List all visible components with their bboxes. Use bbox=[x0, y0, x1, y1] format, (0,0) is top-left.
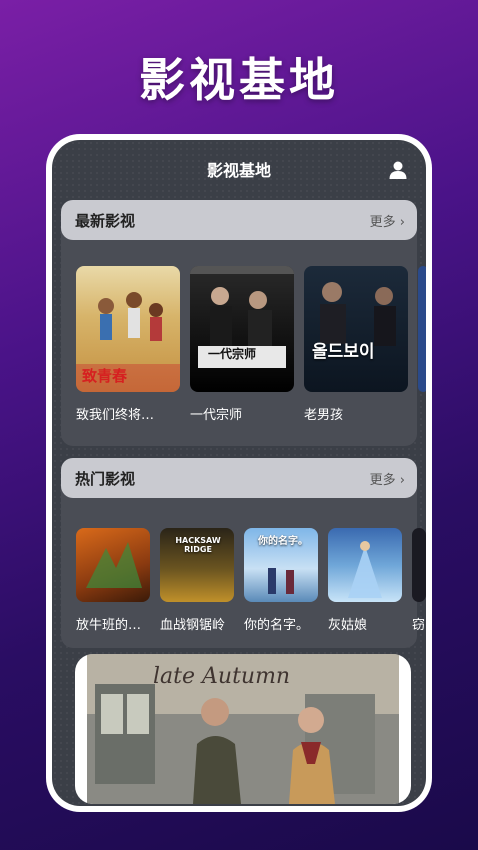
latest-card[interactable]: 올드보이 老男孩 bbox=[304, 266, 408, 423]
hot-row: 放牛班的… HACKSAW RIDGE 血战钢锯岭 你的名字。 你的名字。 灰姑… bbox=[76, 528, 426, 640]
top-bar: 影视基地 bbox=[52, 140, 426, 192]
poster-title: 올드보이 bbox=[312, 342, 375, 362]
hot-card[interactable]: 放牛班的… bbox=[76, 528, 150, 633]
hot-card[interactable]: 灰姑娘 bbox=[328, 528, 402, 633]
movie-poster: 올드보이 bbox=[304, 266, 408, 392]
hot-section-header: 热门影视 更多 › bbox=[61, 458, 417, 498]
movie-poster bbox=[412, 528, 426, 602]
app-screen: 影视基地 最新影视 更多 › 致青春 致我们终将… 一代宗师 一代宗师 올드보이… bbox=[52, 140, 426, 806]
hot-section-title: 热门影视 bbox=[75, 470, 136, 488]
latest-section-title: 最新影视 bbox=[75, 212, 136, 230]
movie-poster bbox=[328, 528, 402, 602]
latest-card[interactable]: 一代宗师 一代宗师 bbox=[190, 266, 294, 423]
latest-card-partial[interactable] bbox=[418, 266, 426, 392]
latest-card[interactable]: 致青春 致我们终将… bbox=[76, 266, 180, 423]
hot-more-link[interactable]: 更多 › bbox=[370, 469, 405, 488]
latest-row: 致青春 致我们终将… 一代宗师 一代宗师 올드보이 老男孩 bbox=[76, 266, 426, 436]
phone-frame: 影视基地 最新影视 更多 › 致青春 致我们终将… 一代宗师 一代宗师 올드보이… bbox=[46, 134, 432, 812]
movie-title: 灰姑娘 bbox=[328, 618, 368, 633]
promo-title: 影视基地 bbox=[139, 53, 339, 107]
poster-art bbox=[320, 282, 396, 346]
poster-art bbox=[86, 542, 142, 588]
movie-title: 放牛班的… bbox=[76, 618, 142, 633]
banner-title: late Autumn bbox=[153, 664, 291, 689]
movie-title: 老男孩 bbox=[304, 408, 344, 423]
app-title: 影视基地 bbox=[206, 161, 271, 180]
user-icon[interactable] bbox=[388, 160, 408, 180]
poster-title: HACKSAW RIDGE bbox=[175, 536, 221, 554]
movie-poster: HACKSAW RIDGE bbox=[160, 528, 234, 602]
poster-title: 致青春 bbox=[82, 367, 128, 385]
movie-poster: 你的名字。 bbox=[244, 528, 318, 602]
movie-poster bbox=[418, 266, 426, 392]
latest-more-link[interactable]: 更多 › bbox=[370, 211, 405, 230]
hot-card-partial[interactable]: 窃 bbox=[412, 528, 426, 633]
movie-poster: 致青春 bbox=[76, 266, 180, 392]
movie-poster: 一代宗师 bbox=[190, 266, 294, 392]
movie-title: 窃 bbox=[412, 618, 426, 633]
movie-title: 你的名字。 bbox=[244, 618, 310, 633]
poster-title: 一代宗师 bbox=[208, 347, 257, 361]
movie-poster bbox=[76, 528, 150, 602]
movie-title: 一代宗师 bbox=[190, 408, 243, 423]
hot-card[interactable]: HACKSAW RIDGE 血战钢锯岭 bbox=[160, 528, 234, 633]
featured-banner[interactable]: late Autumn bbox=[75, 654, 411, 804]
movie-title: 血战钢锯岭 bbox=[160, 618, 226, 633]
hot-card[interactable]: 你的名字。 你的名字。 bbox=[244, 528, 318, 633]
movie-title: 致我们终将… bbox=[76, 408, 155, 423]
poster-title: 你的名字。 bbox=[258, 536, 308, 547]
poster-art bbox=[348, 541, 382, 598]
latest-section-header: 最新影视 更多 › bbox=[61, 200, 417, 240]
poster-art bbox=[190, 266, 294, 368]
